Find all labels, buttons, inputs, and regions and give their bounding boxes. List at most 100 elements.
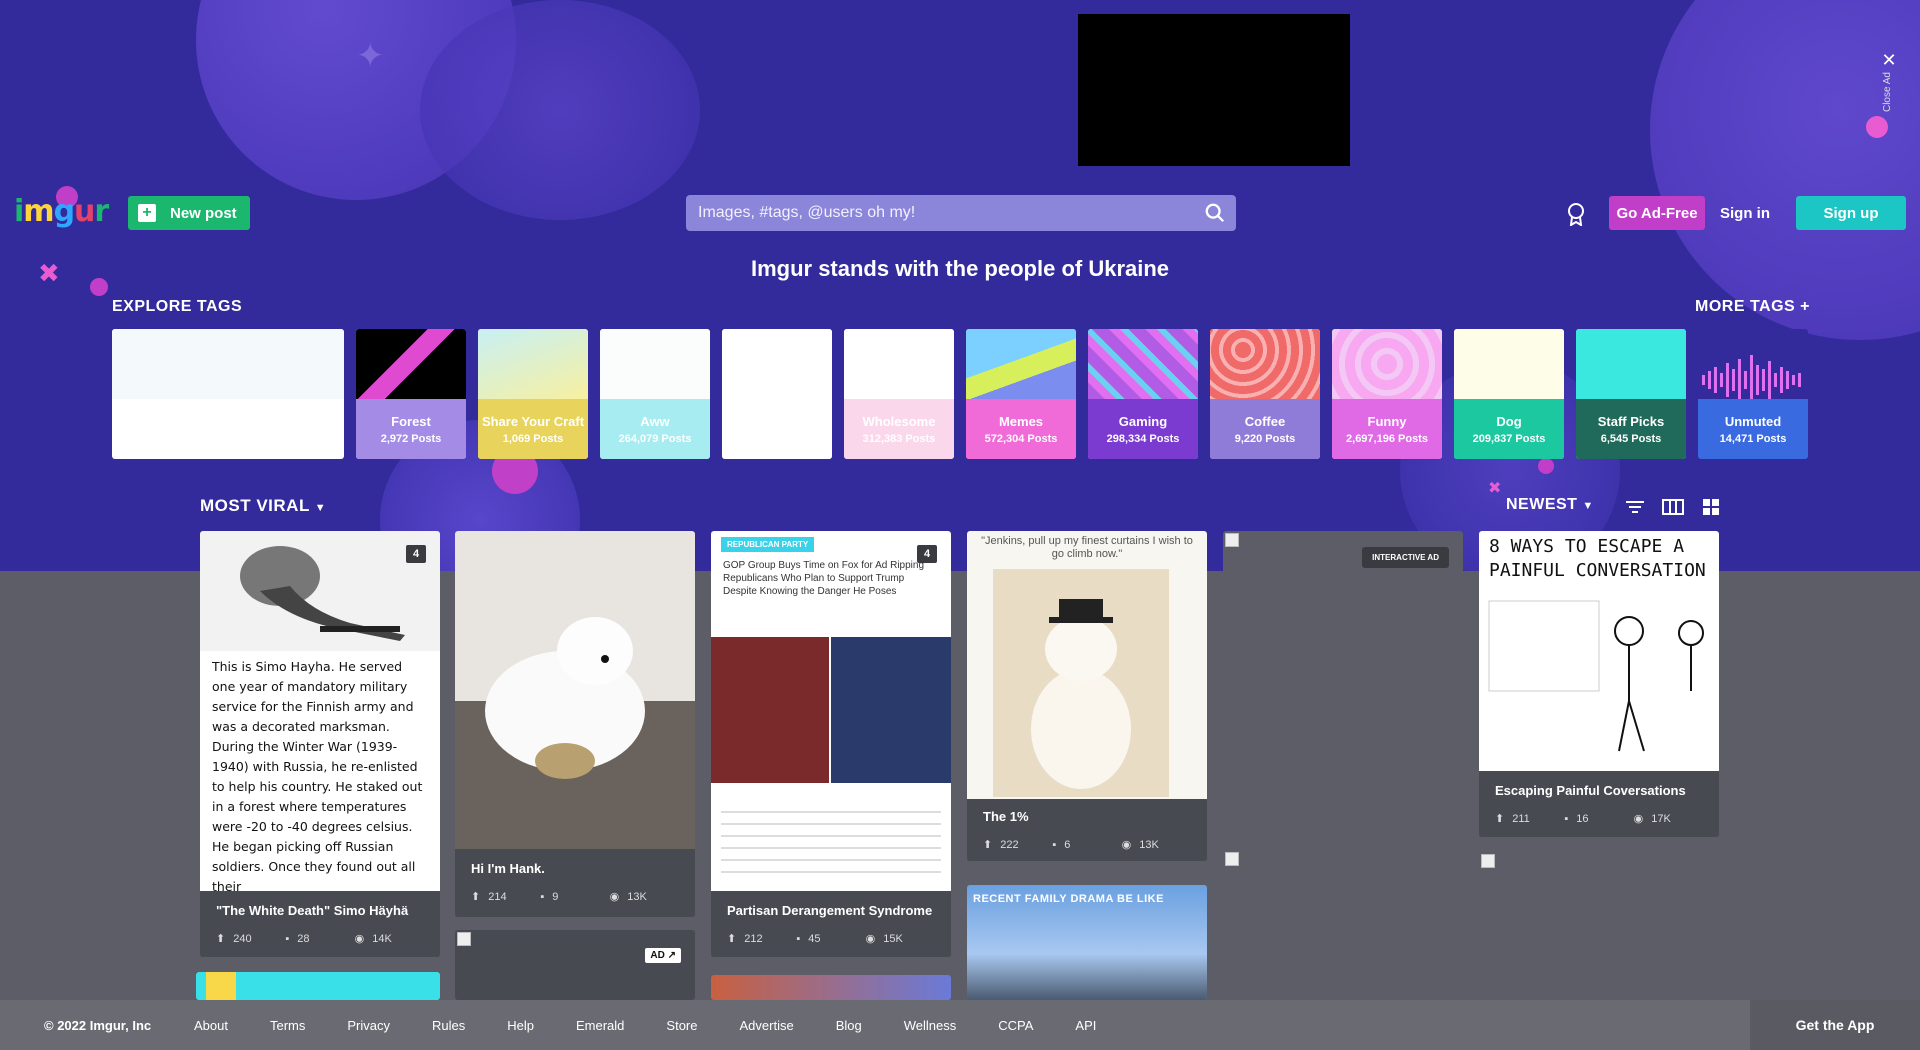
ad-badge[interactable]: AD ↗ (645, 948, 681, 963)
post-card[interactable] (196, 972, 440, 1000)
post-card[interactable] (1479, 852, 1719, 1000)
get-the-app-button[interactable]: Get the App (1750, 1000, 1920, 1050)
view-count: 13K (1139, 838, 1159, 851)
post-card[interactable] (1223, 850, 1463, 1000)
imgur-logo[interactable]: imgur (14, 194, 109, 229)
tag-info (722, 399, 832, 459)
post-stats: ⬆ 211 ▪ 16 ◉ 17K (1479, 798, 1719, 826)
interactive-ad-card[interactable]: INTERACTIVE AD (1223, 531, 1463, 835)
tag-card[interactable]: Dog 209,837 Posts (1454, 329, 1564, 459)
broken-image-icon (1481, 854, 1495, 868)
tag-card[interactable]: Memes 572,304 Posts (966, 329, 1076, 459)
tag-info: Aww 264,079 Posts (600, 399, 710, 459)
post-stats: ⬆ 212 ▪ 45 ◉ 15K (711, 918, 951, 946)
post-card[interactable]: 8 WAYS TO ESCAPE A PAINFUL CONVERSATION … (1479, 531, 1719, 837)
post-stats: ⬆ 214 ▪ 9 ◉ 13K (455, 876, 695, 904)
person-photo (831, 637, 951, 783)
new-post-button[interactable]: + New post (128, 196, 250, 230)
footer-link-blog[interactable]: Blog (836, 1018, 862, 1033)
sort-dropdown[interactable]: MOST VIRAL ▼ (200, 496, 326, 516)
medal-icon[interactable] (1566, 202, 1586, 226)
upvote-stat[interactable]: ⬆ 211 (1495, 812, 1564, 826)
footer-link-emerald[interactable]: Emerald (576, 1018, 624, 1033)
tag-art (1332, 329, 1442, 399)
ukraine-banner[interactable]: Imgur stands with the people of Ukraine (0, 256, 1920, 282)
decorative-bubble (420, 0, 700, 220)
order-dropdown[interactable]: NEWEST ▼ (1506, 496, 1594, 514)
footer-link-api[interactable]: API (1075, 1018, 1096, 1033)
footer-link-privacy[interactable]: Privacy (347, 1018, 390, 1033)
ad-card[interactable]: AD ↗ (455, 930, 695, 1000)
order-label: NEWEST (1506, 496, 1578, 513)
footer-link-rules[interactable]: Rules (432, 1018, 465, 1033)
filter-icon[interactable] (1624, 497, 1646, 517)
post-card[interactable]: REPUBLICAN PARTY 4 GOP Group Buys Time o… (711, 531, 951, 957)
tag-card[interactable]: Unmuted 14,471 Posts (1698, 329, 1808, 459)
go-ad-free-button[interactable]: Go Ad-Free (1609, 196, 1705, 230)
tag-card[interactable]: Staff Picks 6,545 Posts (1576, 329, 1686, 459)
upvote-icon: ⬆ (216, 933, 226, 945)
upvote-stat[interactable]: ⬆ 240 (216, 932, 285, 946)
upvote-icon: ⬆ (1495, 813, 1505, 825)
post-card[interactable]: RECENT FAMILY DRAMA BE LIKE (967, 885, 1207, 1000)
search-input[interactable] (698, 204, 1188, 222)
tag-info: Wholesome 312,383 Posts (844, 399, 954, 459)
meme-caption: "Jenkins, pull up my finest curtains I w… (981, 535, 1193, 560)
post-card[interactable]: Hi I'm Hank. ⬆ 214 ▪ 9 ◉ 13K (455, 531, 695, 917)
tag-art (1454, 329, 1564, 399)
meme-caption: RECENT FAMILY DRAMA BE LIKE (973, 893, 1164, 905)
broken-image-icon (1225, 533, 1239, 547)
logo-letter: m (23, 194, 54, 229)
tag-info: Share Your Craft 1,069 Posts (478, 399, 588, 459)
footer-link-ccpa[interactable]: CCPA (998, 1018, 1033, 1033)
footer-link-advertise[interactable]: Advertise (740, 1018, 794, 1033)
footer-link-store[interactable]: Store (666, 1018, 697, 1033)
plus-icon: + (138, 204, 156, 222)
tag-card[interactable]: Aww 264,079 Posts (600, 329, 710, 459)
comment-stat[interactable]: ▪ 45 (796, 932, 865, 945)
footer-link-terms[interactable]: Terms (270, 1018, 305, 1033)
footer-link-help[interactable]: Help (507, 1018, 534, 1033)
tag-name: Gaming (1118, 413, 1168, 429)
comment-count: 9 (552, 890, 559, 903)
upvote-stat[interactable]: ⬆ 212 (727, 932, 796, 946)
search-icon[interactable] (1204, 202, 1226, 224)
cat-illustration (1031, 599, 1131, 789)
comment-stat[interactable]: ▪ 16 (1564, 812, 1633, 825)
sparkle-icon: ✦ (356, 37, 385, 75)
waterfall-grid-icon[interactable] (1700, 497, 1722, 517)
more-tags-link[interactable]: MORE TAGS + (1695, 298, 1810, 316)
upvote-stat[interactable]: ⬆ 214 (471, 890, 540, 904)
interactive-ad-badge: INTERACTIVE AD (1362, 547, 1449, 568)
tag-card[interactable]: Share Your Craft 1,069 Posts (478, 329, 588, 459)
upvote-stat[interactable]: ⬆ 222 (983, 838, 1052, 852)
post-thumbnail: "Jenkins, pull up my finest curtains I w… (967, 531, 1207, 799)
post-card[interactable] (711, 975, 951, 1000)
tag-card[interactable]: Coffee 9,220 Posts (1210, 329, 1320, 459)
sign-in-link[interactable]: Sign in (1720, 196, 1770, 230)
tag-posts: 14,471 Posts (1719, 432, 1787, 445)
image-count-badge: 4 (406, 545, 426, 563)
tag-card[interactable] (722, 329, 832, 459)
person-photo (711, 637, 829, 783)
ad-slot[interactable] (1078, 14, 1350, 166)
uniform-grid-icon[interactable] (1662, 497, 1684, 517)
post-meta: Escaping Painful Coversations ⬆ 211 ▪ 16 ◉… (1479, 771, 1719, 837)
footer-link-about[interactable]: About (194, 1018, 228, 1033)
tag-card[interactable]: Wholesome 312,383 Posts (844, 329, 954, 459)
footer-link-wellness[interactable]: Wellness (904, 1018, 957, 1033)
tag-card[interactable]: Gaming 298,334 Posts (1088, 329, 1198, 459)
tag-info: Funny 2,697,196 Posts (1332, 399, 1442, 459)
tag-card[interactable] (112, 329, 344, 459)
tag-card[interactable]: Forest 2,972 Posts (356, 329, 466, 459)
post-card[interactable]: 4 This is Simo Hayha. He served one year… (200, 531, 440, 957)
comment-stat[interactable]: ▪ 6 (1052, 838, 1121, 851)
eye-icon: ◉ (1633, 813, 1644, 825)
post-card[interactable]: "Jenkins, pull up my finest curtains I w… (967, 531, 1207, 861)
close-ad-button[interactable]: ✕ Close Ad (1874, 50, 1904, 140)
tag-card[interactable]: Funny 2,697,196 Posts (1332, 329, 1442, 459)
comment-stat[interactable]: ▪ 28 (285, 932, 354, 945)
tag-name: Funny (1367, 413, 1407, 429)
comment-stat[interactable]: ▪ 9 (540, 890, 609, 903)
sign-up-button[interactable]: Sign up (1796, 196, 1906, 230)
